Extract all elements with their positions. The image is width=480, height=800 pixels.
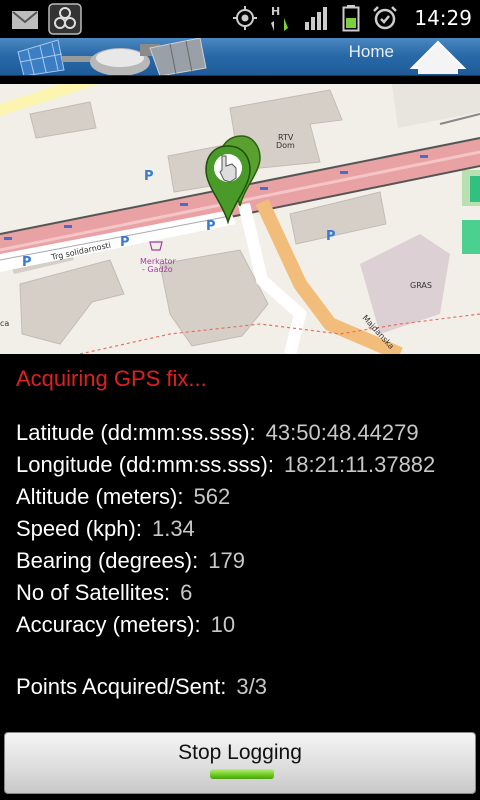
- home-icon[interactable]: [408, 40, 468, 74]
- map-view[interactable]: P P P P P RTV Dom Trg solidarnosti GRAS …: [0, 84, 480, 354]
- speed-row: Speed (kph): 1.34: [16, 516, 195, 542]
- points-value: 3/3: [236, 674, 267, 699]
- altitude-label: Altitude (meters):: [16, 484, 184, 509]
- logging-indicator-light: [210, 769, 274, 779]
- speed-value: 1.34: [151, 516, 195, 541]
- map-label-gadzo: - Gadžo: [142, 265, 173, 274]
- longitude-row: Longitude (dd:mm:ss.sss): 18:21:11.37882: [16, 452, 435, 478]
- map-canvas: P P P P P RTV Dom Trg solidarnosti GRAS …: [0, 84, 480, 354]
- bearing-label: Bearing (degrees):: [16, 548, 199, 573]
- map-label-dom: Dom: [276, 141, 295, 150]
- battery-icon: [342, 5, 360, 32]
- points-row: Points Acquired/Sent: 3/3: [16, 674, 267, 700]
- map-label-gras: GRAS: [410, 281, 432, 290]
- latitude-value: 43:50:48.44279: [265, 420, 419, 445]
- parking-label: P: [326, 229, 336, 244]
- gps-icon: [233, 6, 258, 30]
- altitude-value: 562: [193, 484, 231, 509]
- satellites-value: 6: [180, 580, 193, 605]
- bearing-row: Bearing (degrees): 179: [16, 548, 245, 574]
- alarm-icon: [373, 6, 398, 30]
- stop-logging-button[interactable]: Stop Logging: [4, 732, 476, 794]
- satellite-logo-icon: [17, 38, 207, 75]
- status-bar: H 14:29: [0, 0, 480, 38]
- stop-logging-label: Stop Logging: [178, 741, 302, 764]
- map-label-ca: ca: [0, 319, 9, 328]
- longitude-label: Longitude (dd:mm:ss.sss):: [16, 452, 274, 477]
- speed-label: Speed (kph):: [16, 516, 142, 541]
- longitude-value: 18:21:11.37882: [283, 452, 436, 477]
- points-label: Points Acquired/Sent:: [16, 674, 227, 699]
- parking-label: P: [206, 219, 216, 234]
- home-label[interactable]: Home: [349, 42, 394, 62]
- latitude-row: Latitude (dd:mm:ss.sss): 43:50:48.44279: [16, 420, 419, 446]
- usb-debug-icon: [48, 3, 82, 35]
- accuracy-row: Accuracy (meters): 10: [16, 612, 235, 638]
- svg-text:H: H: [271, 5, 280, 18]
- signal-icon: [305, 7, 328, 30]
- bearing-value: 179: [208, 548, 245, 573]
- clock: 14:29: [414, 6, 472, 30]
- gmail-icon: [12, 11, 38, 29]
- parking-label: P: [144, 169, 154, 184]
- app-header: Home: [0, 38, 480, 76]
- satellites-row: No of Satellites: 6: [16, 580, 192, 606]
- latitude-label: Latitude (dd:mm:ss.sss):: [16, 420, 256, 445]
- accuracy-value: 10: [210, 612, 236, 637]
- parking-label: P: [120, 235, 130, 250]
- network-hsdpa-icon: H: [271, 5, 289, 31]
- parking-label: P: [22, 255, 32, 270]
- shop-icon: [149, 241, 163, 251]
- gps-status-message: Acquiring GPS fix...: [16, 366, 207, 391]
- altitude-row: Altitude (meters): 562: [16, 484, 230, 510]
- accuracy-label: Accuracy (meters):: [16, 612, 201, 637]
- satellites-label: No of Satellites:: [16, 580, 171, 605]
